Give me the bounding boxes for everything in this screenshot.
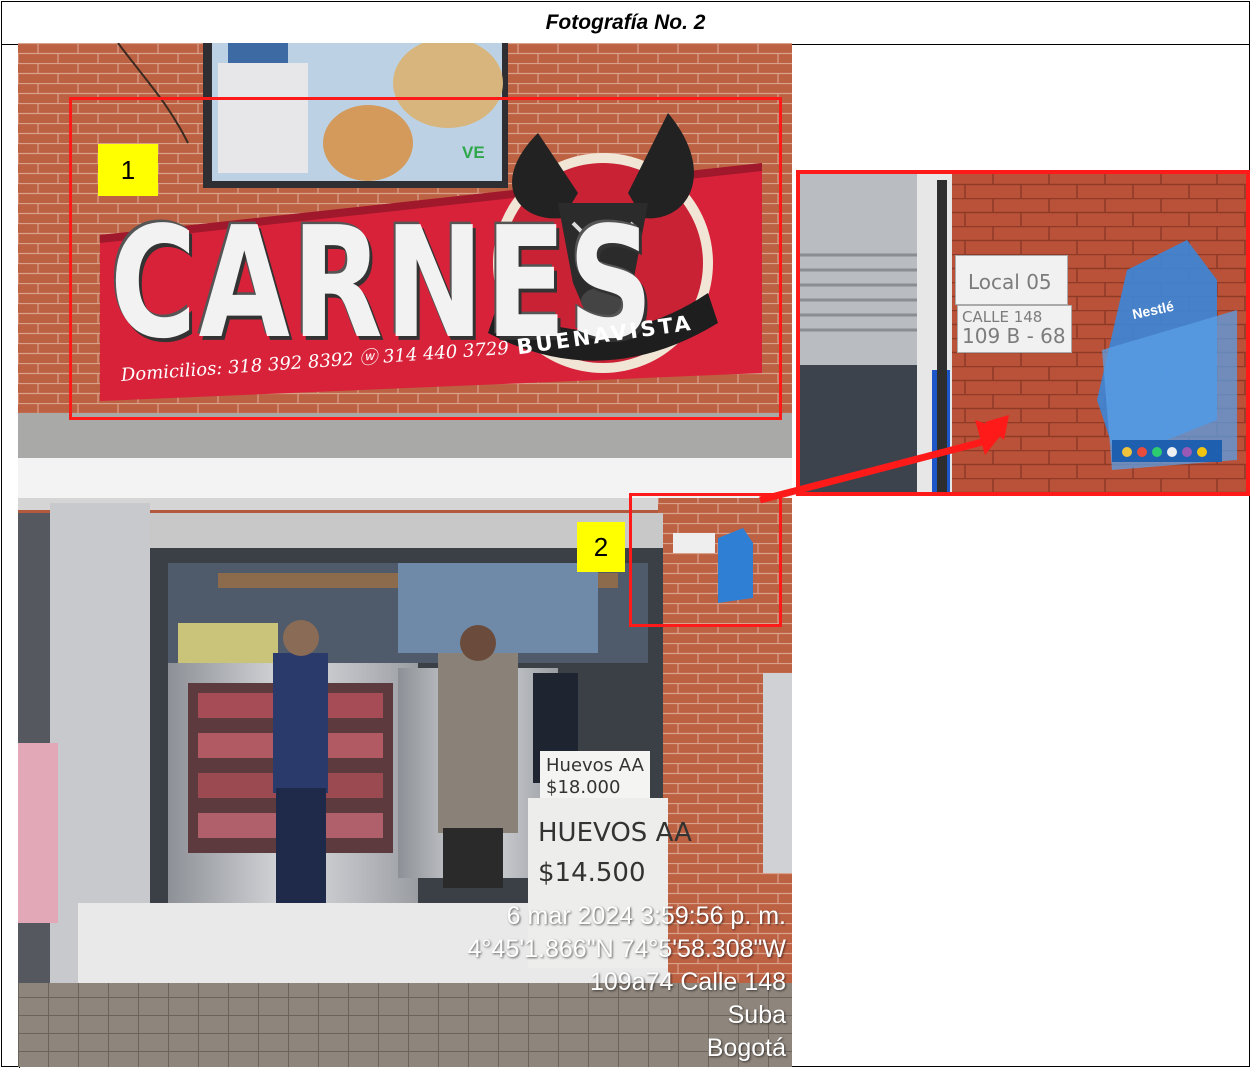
arrow-head [975, 420, 1005, 455]
arrow-line [759, 436, 991, 504]
connector-arrow [759, 420, 1005, 504]
